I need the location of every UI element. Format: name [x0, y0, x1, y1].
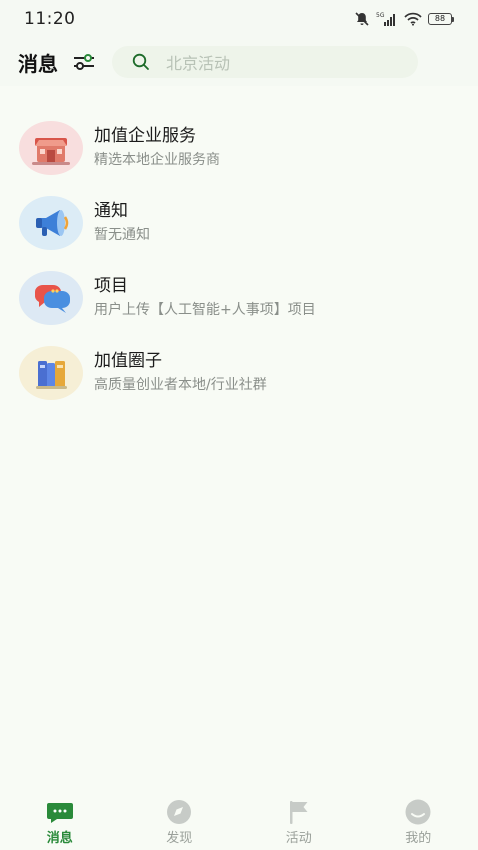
- item-subtitle: 暂无通知: [94, 227, 150, 243]
- mute-bell-icon: [355, 12, 369, 26]
- tab-label: 消息: [46, 831, 73, 846]
- signal-icon: 5G: [376, 12, 395, 26]
- chat-bubbles-icon: [19, 270, 83, 325]
- list-item-project[interactable]: 项目 用户上传【人工智能+人事项】项目: [0, 260, 478, 335]
- page-title: 消息: [18, 51, 58, 76]
- compass-icon: [165, 799, 193, 825]
- message-icon: [46, 799, 74, 825]
- item-title: 加值圈子: [94, 351, 162, 371]
- item-title: 通知: [94, 201, 128, 221]
- tab-profile[interactable]: 我的: [359, 790, 478, 850]
- item-subtitle: 精选本地企业服务商: [94, 152, 220, 168]
- megaphone-icon: [19, 195, 83, 250]
- tab-label: 活动: [285, 831, 312, 846]
- bottom-tab-bar: 消息 发现 活动 我的: [0, 790, 478, 850]
- tab-discover[interactable]: 发现: [120, 790, 240, 850]
- filter-button[interactable]: [72, 50, 96, 74]
- tab-label: 我的: [405, 831, 432, 846]
- list-item-notification[interactable]: 通知 暂无通知: [0, 185, 478, 260]
- books-icon: [19, 345, 83, 400]
- battery-level: 88: [428, 13, 452, 25]
- storefront-icon: [19, 120, 83, 175]
- list-item-enterprise-service[interactable]: 加值企业服务 精选本地企业服务商: [0, 110, 478, 185]
- sliders-icon: [74, 54, 94, 70]
- profile-icon: [404, 799, 432, 825]
- status-icons: 5G 88: [354, 11, 454, 27]
- header: 消息 北京活动: [0, 38, 478, 86]
- search-input[interactable]: 北京活动: [112, 46, 418, 78]
- svg-text:5G: 5G: [376, 12, 385, 19]
- item-subtitle: 高质量创业者本地/行业社群: [94, 377, 267, 393]
- item-title: 项目: [94, 276, 128, 296]
- item-title: 加值企业服务: [94, 126, 196, 146]
- battery-icon: 88: [428, 13, 454, 25]
- search-placeholder: 北京活动: [166, 54, 231, 73]
- search-icon: [132, 53, 149, 70]
- list-item-circle[interactable]: 加值圈子 高质量创业者本地/行业社群: [0, 335, 478, 410]
- status-time: 11:20: [24, 9, 76, 29]
- status-bar: 11:20 5G 88: [0, 0, 478, 38]
- tab-activities[interactable]: 活动: [239, 790, 359, 850]
- tab-messages[interactable]: 消息: [0, 790, 120, 850]
- flag-icon: [285, 799, 313, 825]
- tab-label: 发现: [166, 831, 193, 846]
- wifi-icon: [404, 12, 422, 26]
- item-subtitle: 用户上传【人工智能+人事项】项目: [94, 302, 316, 318]
- message-list: 加值企业服务 精选本地企业服务商 通知 暂无通知 项目 用户上传【人工智能+人事…: [0, 110, 478, 410]
